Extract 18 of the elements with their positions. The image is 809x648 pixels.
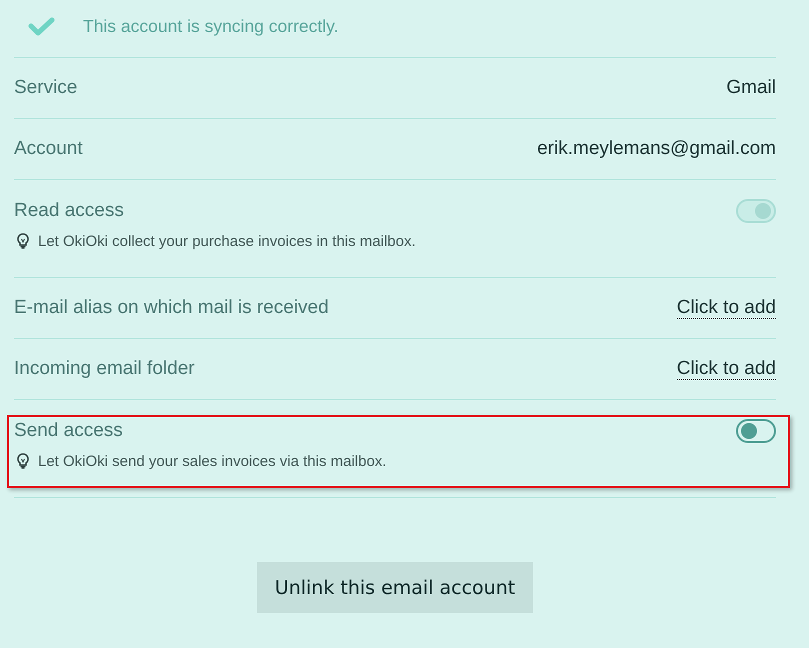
setting-label: Read access [14,200,124,222]
field-label: Account [14,138,83,160]
lightbulb-icon [17,233,29,249]
field-label: Service [14,77,78,99]
unlink-account-button[interactable]: Unlink this email account [257,562,533,613]
hint-text: Let OkiOki send your sales invoices via this mailbox. [38,452,386,470]
setting-label: Send access [14,420,123,442]
lightbulb-icon [17,453,29,469]
field-value: erik.meylemans@gmail.com [537,138,776,160]
field-value: Gmail [726,77,776,99]
field-label: Incoming email folder [14,358,195,380]
field-label: E-mail alias on which mail is received [14,297,329,319]
toggle-switch[interactable] [736,419,776,443]
hint-text: Let OkiOki collect your purchase invoices in this mailbox. [38,232,416,250]
add-link[interactable]: Click to add [676,358,776,380]
add-link[interactable]: Click to add [676,297,776,319]
sync-status-text: This account is syncing correctly. [83,16,338,36]
checkmark-icon [28,16,55,36]
